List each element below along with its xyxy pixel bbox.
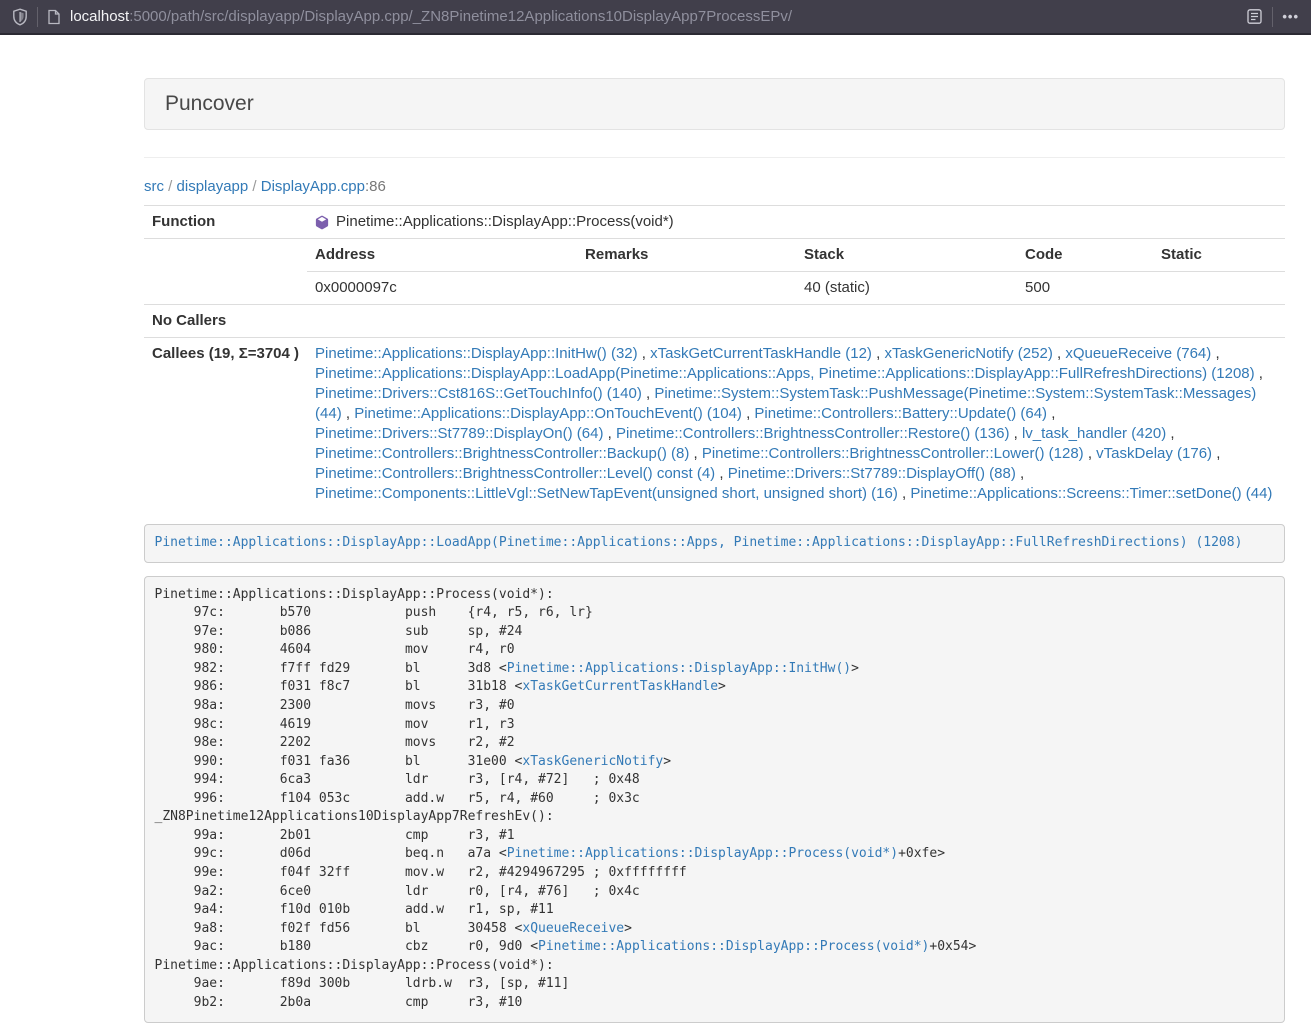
page-content: Puncover src / displayapp / DisplayApp.c… <box>144 35 1285 1023</box>
stats-cell <box>577 272 796 305</box>
callee-link[interactable]: xTaskGenericNotify (252) <box>884 345 1052 362</box>
divider <box>144 157 1285 158</box>
stats-cell: 0x0000097c <box>307 272 577 305</box>
page-title: Puncover <box>165 92 1264 116</box>
stats-cell <box>1153 272 1285 305</box>
toolbar-divider <box>37 7 38 27</box>
menu-icon[interactable]: ••• <box>1282 9 1299 24</box>
callee-separator: , <box>1016 465 1024 482</box>
breadcrumb-separator: / <box>164 178 177 195</box>
stats-column-header: Code <box>1017 239 1153 272</box>
breadcrumb-link[interactable]: displayapp <box>177 178 249 195</box>
stats-header-row: AddressRemarksStackCodeStatic <box>307 239 1285 272</box>
callee-separator: , <box>715 465 728 482</box>
callee-link[interactable]: Pinetime::Applications::Screens::Timer::… <box>910 485 1272 502</box>
breadcrumb-line-number: :86 <box>365 178 386 195</box>
callee-separator: , <box>898 485 911 502</box>
callee-separator: , <box>1084 445 1097 462</box>
stats-data-row: 0x0000097c 40 (static)500 <box>307 272 1285 305</box>
asm-symbol-link[interactable]: xQueueReceive <box>522 921 624 936</box>
callee-separator: , <box>1047 405 1055 422</box>
callee-link[interactable]: Pinetime::Controllers::Battery::Update()… <box>754 405 1047 422</box>
callee-separator: , <box>638 345 651 362</box>
app-header-panel: Puncover <box>144 78 1285 130</box>
breadcrumb: src / displayapp / DisplayApp.cpp:86 <box>144 178 1285 195</box>
url-input[interactable]: localhost:5000/path/src/displayapp/Displ… <box>70 8 1237 25</box>
callee-link[interactable]: Pinetime::Controllers::BrightnessControl… <box>315 445 689 462</box>
breadcrumb-link[interactable]: src <box>144 178 164 195</box>
callee-link[interactable]: vTaskDelay (176) <box>1096 445 1212 462</box>
callee-link[interactable]: Pinetime::Drivers::St7789::DisplayOn() (… <box>315 425 603 442</box>
asm-symbol-link[interactable]: Pinetime::Applications::DisplayApp::Proc… <box>507 846 898 861</box>
callee-separator: , <box>872 345 885 362</box>
toolbar-divider <box>1272 7 1273 27</box>
url-path: :5000/path/src/displayapp/DisplayApp.cpp… <box>129 8 792 25</box>
callee-link[interactable]: lv_task_handler (420) <box>1022 425 1166 442</box>
callees-list: Pinetime::Applications::DisplayApp::Init… <box>315 344 1277 504</box>
callee-separator: , <box>1166 425 1174 442</box>
no-callers-row: No Callers <box>144 305 1285 338</box>
callee-separator: , <box>342 405 355 422</box>
stats-column-header: Remarks <box>577 239 796 272</box>
function-name: Pinetime::Applications::DisplayApp::Proc… <box>336 212 674 232</box>
callee-link[interactable]: Pinetime::Drivers::Cst816S::GetTouchInfo… <box>315 385 642 402</box>
browser-toolbar: localhost:5000/path/src/displayapp/Displ… <box>0 0 1311 35</box>
disassembly-block: Pinetime::Applications::DisplayApp::Proc… <box>144 576 1285 1023</box>
callee-link[interactable]: Pinetime::Components::LittleVgl::SetNewT… <box>315 485 898 502</box>
callee-link[interactable]: xQueueReceive (764) <box>1065 345 1211 362</box>
callee-link[interactable]: Pinetime::Drivers::St7789::DisplayOff() … <box>728 465 1016 482</box>
callee-separator: , <box>1212 445 1220 462</box>
callee-separator: , <box>1009 425 1022 442</box>
callee-link[interactable]: Pinetime::Controllers::BrightnessControl… <box>315 465 715 482</box>
url-host: localhost <box>70 8 129 25</box>
stats-column-header: Static <box>1153 239 1285 272</box>
loadapp-code-block: Pinetime::Applications::DisplayApp::Load… <box>144 524 1285 563</box>
shield-icon[interactable] <box>12 8 28 26</box>
callees-label: Callees (19, Σ=3704 ) <box>144 338 307 511</box>
function-stats-table: AddressRemarksStackCodeStatic 0x0000097c… <box>307 239 1285 304</box>
asm-symbol-link[interactable]: Pinetime::Applications::DisplayApp::Proc… <box>538 939 929 954</box>
asm-symbol-link[interactable]: Pinetime::Applications::DisplayApp::Init… <box>507 661 851 676</box>
function-row: Function Pinetime::Applications::Display… <box>144 206 1285 239</box>
callees-row: Callees (19, Σ=3704 ) Pinetime::Applicat… <box>144 338 1285 511</box>
function-row-label: Function <box>144 206 307 239</box>
callee-separator: , <box>1211 345 1219 362</box>
stats-row: AddressRemarksStackCodeStatic 0x0000097c… <box>144 239 1285 305</box>
callee-link[interactable]: xTaskGetCurrentTaskHandle (12) <box>650 345 872 362</box>
callee-separator: , <box>742 405 755 422</box>
callee-separator: , <box>642 385 655 402</box>
stats-cell: 40 (static) <box>796 272 1017 305</box>
callee-separator: , <box>603 425 616 442</box>
function-info-table: Function Pinetime::Applications::Display… <box>144 205 1285 510</box>
no-callers-label: No Callers <box>144 305 307 338</box>
callee-link[interactable]: Pinetime::Controllers::BrightnessControl… <box>616 425 1009 442</box>
callee-separator: , <box>689 445 702 462</box>
asm-symbol-link[interactable]: xTaskGenericNotify <box>522 754 663 769</box>
breadcrumb-separator: / <box>248 178 261 195</box>
callee-link[interactable]: Pinetime::Applications::DisplayApp::OnTo… <box>354 405 742 422</box>
url-bar[interactable]: localhost:5000/path/src/displayapp/Displ… <box>47 0 1263 33</box>
callee-link[interactable]: Pinetime::Applications::DisplayApp::Init… <box>315 345 638 362</box>
callee-link[interactable]: Pinetime::Controllers::BrightnessControl… <box>702 445 1084 462</box>
reader-mode-icon[interactable] <box>1246 8 1263 25</box>
callee-separator: , <box>1255 365 1263 382</box>
stats-cell: 500 <box>1017 272 1153 305</box>
page-icon[interactable] <box>47 9 61 25</box>
stats-column-header: Stack <box>796 239 1017 272</box>
symbol-cube-icon <box>315 215 329 230</box>
loadapp-symbol-link[interactable]: Pinetime::Applications::DisplayApp::Load… <box>155 535 1243 550</box>
callee-link[interactable]: Pinetime::Applications::DisplayApp::Load… <box>315 365 1255 382</box>
asm-symbol-link[interactable]: xTaskGetCurrentTaskHandle <box>522 679 718 694</box>
stats-column-header: Address <box>307 239 577 272</box>
breadcrumb-link[interactable]: DisplayApp.cpp <box>261 178 365 195</box>
callee-separator: , <box>1053 345 1066 362</box>
